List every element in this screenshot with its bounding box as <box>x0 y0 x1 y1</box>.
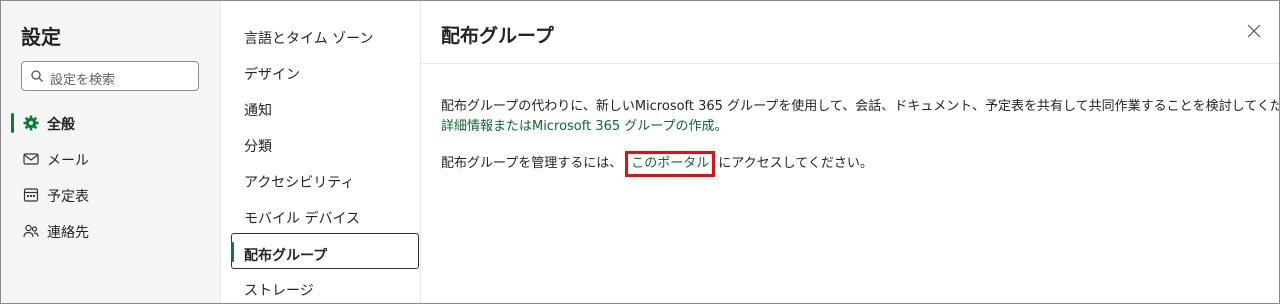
subnav-item-label: 通知 <box>244 103 272 119</box>
search-icon <box>31 70 43 82</box>
page-title: 配布グループ <box>441 25 554 47</box>
subnav-item-storage[interactable]: ストレージ <box>221 269 420 303</box>
learn-more-link[interactable]: 詳細情報 <box>441 119 493 134</box>
search-placeholder: 設定を検索 <box>50 73 116 88</box>
subnav-item-design[interactable]: デザイン <box>221 53 420 89</box>
subnav-item-label: 配布グループ <box>244 248 328 264</box>
subnav-item-mobile-devices[interactable]: モバイル デバイス <box>221 197 420 233</box>
sidebar-item-label: メール <box>47 153 89 169</box>
subnav-item-label: 言語とタイム ゾーン <box>244 31 374 47</box>
subnav-item-categories[interactable]: 分類 <box>221 125 420 161</box>
manage-text-line: 配布グループを管理するには、 このポータル にアクセスしてください。 <box>441 151 873 177</box>
settings-search-input[interactable]: 設定を検索 <box>21 61 199 91</box>
sidebar-item-label: 予定表 <box>47 189 89 205</box>
people-icon <box>23 224 39 238</box>
portal-link[interactable]: このポータル <box>631 156 709 171</box>
sidebar-item-label: 全般 <box>47 117 75 133</box>
panel-header: 配布グループ <box>421 1 1279 64</box>
connector-text: または <box>493 119 533 134</box>
sidebar-item-general[interactable]: 全般 <box>1 105 220 141</box>
sidebar-item-calendar[interactable]: 予定表 <box>1 177 220 213</box>
subnav-item-label: 分類 <box>244 139 272 155</box>
create-group-link[interactable]: Microsoft 365 グループの作成。 <box>532 119 727 134</box>
subnav-item-label: デザイン <box>244 67 300 83</box>
settings-nav: 全般 メール 予定表 連絡先 <box>1 105 220 249</box>
subnav-item-label: ストレージ <box>244 283 314 299</box>
info-links-line: 詳細情報またはMicrosoft 365 グループの作成。 <box>441 117 728 137</box>
subnav-item-label: モバイル デバイス <box>244 211 361 227</box>
subnav-item-language-timezone[interactable]: 言語とタイム ゾーン <box>221 17 420 53</box>
subnav-item-label: アクセシビリティ <box>244 175 355 191</box>
settings-sidebar: 設定 設定を検索 全般 メール 予定表 連絡先 <box>1 1 221 303</box>
settings-window: 設定 設定を検索 全般 メール 予定表 連絡先 言語とタイム ゾーン デザイン … <box>0 0 1280 304</box>
close-icon[interactable] <box>1247 24 1261 38</box>
mail-icon <box>23 153 39 165</box>
manage-text-after: にアクセスしてください。 <box>718 156 873 171</box>
general-subnav: 言語とタイム ゾーン デザイン 通知 分類 アクセシビリティ モバイル デバイス… <box>221 1 421 303</box>
subnav-item-accessibility[interactable]: アクセシビリティ <box>221 161 420 197</box>
subnav-item-distribution-groups[interactable]: 配布グループ <box>231 233 419 269</box>
settings-title: 設定 <box>21 25 61 49</box>
portal-link-highlight: このポータル <box>625 151 716 177</box>
active-indicator <box>231 242 234 262</box>
sidebar-item-contacts[interactable]: 連絡先 <box>1 213 220 249</box>
sidebar-item-mail[interactable]: メール <box>1 141 220 177</box>
calendar-icon <box>23 188 39 202</box>
active-indicator <box>11 113 14 133</box>
manage-text-before: 配布グループを管理するには、 <box>441 156 623 171</box>
info-text: 配布グループの代わりに、新しいMicrosoft 365 グループを使用して、会… <box>441 99 1280 114</box>
gear-icon <box>23 115 39 131</box>
sidebar-item-label: 連絡先 <box>47 225 89 241</box>
distribution-groups-panel: 配布グループ 配布グループの代わりに、新しいMicrosoft 365 グループ… <box>421 1 1279 303</box>
subnav-item-notifications[interactable]: 通知 <box>221 89 420 125</box>
